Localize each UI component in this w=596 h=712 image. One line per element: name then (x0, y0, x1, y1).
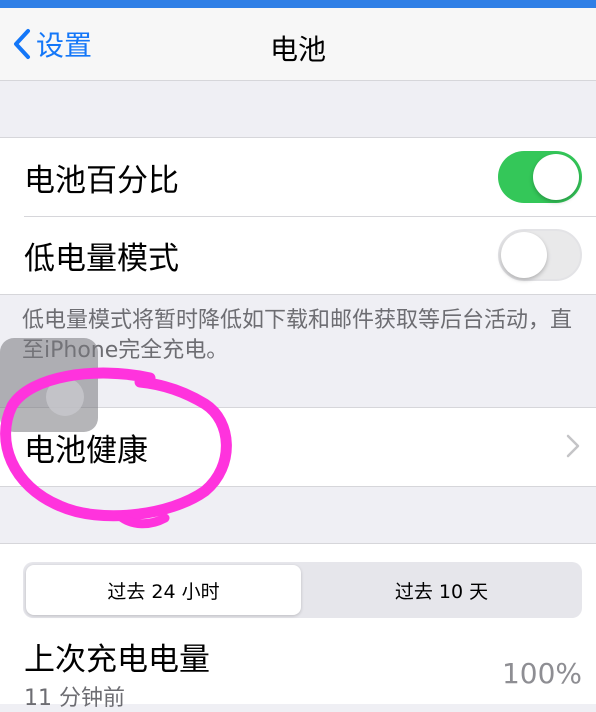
battery-percentage-row: 电池百分比 (0, 138, 596, 216)
last-charge-subtitle: 11 分钟前 (24, 686, 125, 711)
top-status-strip (0, 0, 596, 8)
toggle-knob (501, 232, 547, 278)
usage-period-segmented-control: 过去 24 小时 过去 10 天 (23, 562, 582, 618)
assistive-touch-button[interactable] (0, 338, 98, 432)
page-title: 电池 (269, 33, 326, 66)
toggle-knob (533, 154, 579, 200)
low-power-footnote: 低电量模式将暂时降低如下载和邮件获取等后台活动，直至iPhone完全充电。 (22, 308, 573, 363)
chevron-right-icon (566, 434, 580, 458)
low-power-mode-toggle[interactable] (498, 229, 582, 281)
last-charge-value: 100% (501, 657, 582, 690)
assistive-touch-dot (46, 378, 84, 416)
battery-percentage-toggle[interactable] (498, 151, 582, 203)
last-charge-label: 上次充电电量 (24, 642, 210, 678)
low-power-mode-label: 低电量模式 (24, 240, 179, 277)
tab-past-24-hours[interactable]: 过去 24 小时 (26, 565, 301, 615)
battery-settings-group: 电池百分比 低电量模式 (0, 137, 596, 295)
low-power-mode-row: 低电量模式 (0, 216, 596, 294)
navigation-bar: 设置 电池 (0, 8, 596, 81)
tab-past-10-days[interactable]: 过去 10 天 (304, 565, 579, 615)
battery-percentage-label: 电池百分比 (24, 162, 179, 199)
